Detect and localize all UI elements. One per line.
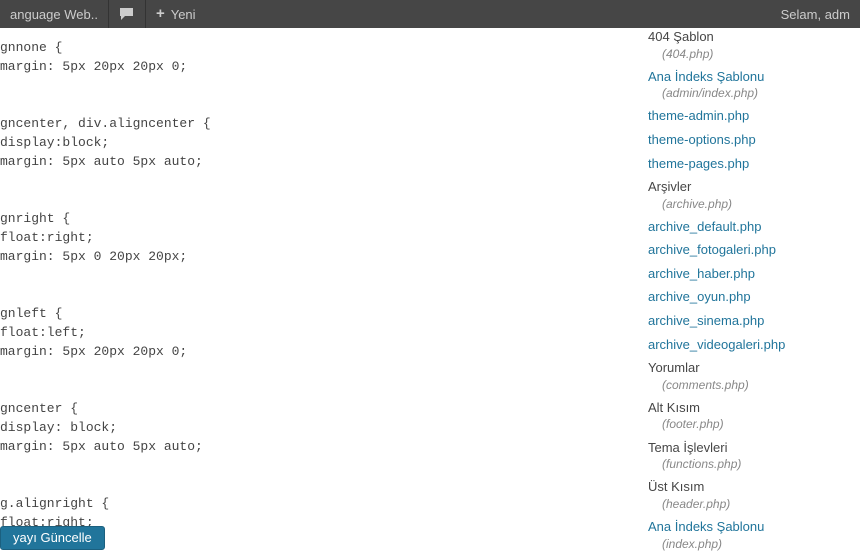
theme-file-link[interactable]: Ana İndeks Şablonu (648, 68, 850, 86)
admin-bar-comments[interactable] (109, 0, 145, 28)
theme-file-link[interactable]: archive_sinema.php (648, 312, 850, 330)
main-wrap: yayı Güncelle 404 Şablon(404.php) Ana İnd… (0, 28, 860, 560)
admin-bar-site[interactable]: anguage Web.. (0, 0, 108, 28)
css-editor[interactable] (0, 38, 618, 528)
theme-file-heading[interactable]: Yorumlar (648, 359, 850, 377)
site-name: anguage Web.. (10, 7, 98, 22)
comment-icon (119, 7, 135, 21)
theme-file-link[interactable]: archive_oyun.php (648, 288, 850, 306)
admin-bar: anguage Web.. + Yeni Selam, adm (0, 0, 860, 28)
theme-file-link[interactable]: theme-pages.php (648, 155, 850, 173)
theme-file-filename: (functions.php) (648, 456, 850, 472)
theme-file-filename: (comments.php) (648, 377, 850, 393)
admin-bar-new[interactable]: + Yeni (146, 0, 206, 28)
theme-file-heading[interactable]: 404 Şablon (648, 28, 850, 46)
theme-file-filename: (archive.php) (648, 196, 850, 212)
theme-file-filename: (admin/index.php) (648, 85, 850, 101)
theme-file-heading[interactable]: Alt Kısım (648, 399, 850, 417)
theme-file-filename: (footer.php) (648, 416, 850, 432)
theme-file-link[interactable]: theme-options.php (648, 131, 850, 149)
admin-bar-greeting-item[interactable]: Selam, adm (771, 0, 860, 28)
admin-bar-greeting: Selam, adm (781, 7, 850, 22)
theme-file-heading[interactable]: Tema İşlevleri (648, 439, 850, 457)
update-file-button[interactable]: yayı Güncelle (0, 526, 105, 550)
theme-file-filename: (header.php) (648, 496, 850, 512)
theme-file-filename: (404.php) (648, 46, 850, 62)
theme-file-link[interactable]: archive_videogaleri.php (648, 336, 850, 354)
editor-area: yayı Güncelle (0, 28, 642, 560)
theme-file-filename: (index.php) (648, 536, 850, 552)
new-label: Yeni (171, 7, 196, 22)
theme-file-heading[interactable]: Arşivler (648, 178, 850, 196)
theme-file-link[interactable]: archive_fotogaleri.php (648, 241, 850, 259)
theme-file-link[interactable]: archive_default.php (648, 218, 850, 236)
theme-file-link[interactable]: Ana İndeks Şablonu (648, 518, 850, 536)
theme-files-sidebar[interactable]: 404 Şablon(404.php)Ana İndeks Şablonu(ad… (642, 28, 860, 560)
theme-file-link[interactable]: archive_haber.php (648, 265, 850, 283)
theme-file-link[interactable]: theme-admin.php (648, 107, 850, 125)
theme-file-heading[interactable]: Üst Kısım (648, 478, 850, 496)
